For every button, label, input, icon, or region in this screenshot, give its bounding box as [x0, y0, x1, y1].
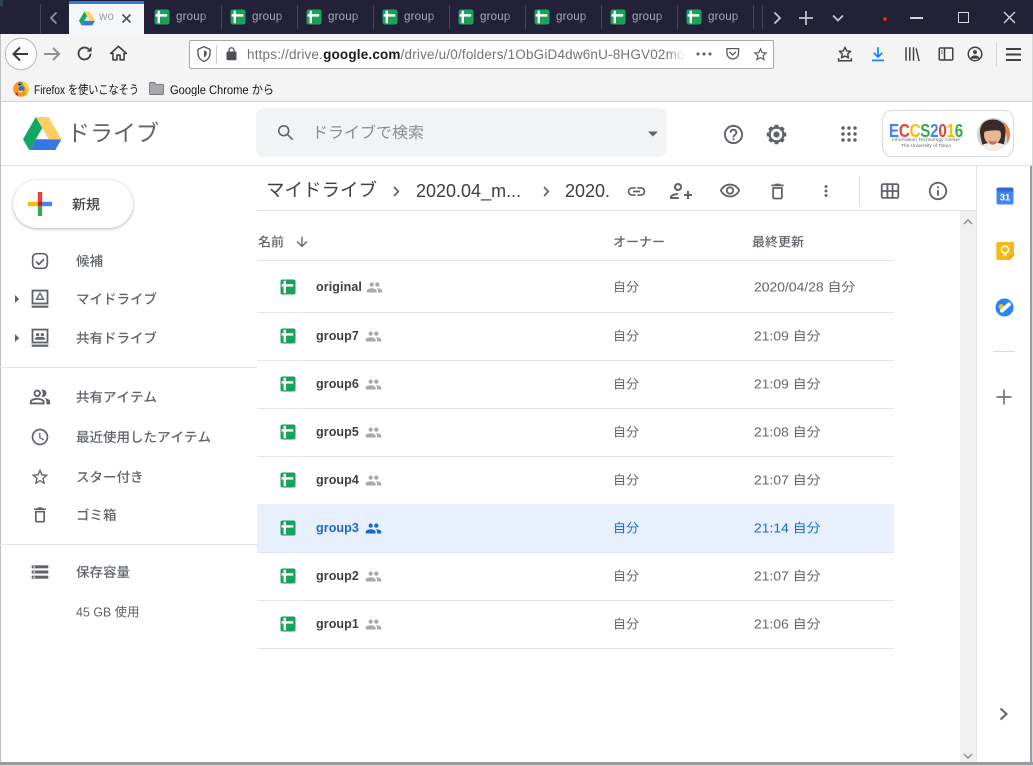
svg-text:31: 31: [999, 193, 1010, 204]
